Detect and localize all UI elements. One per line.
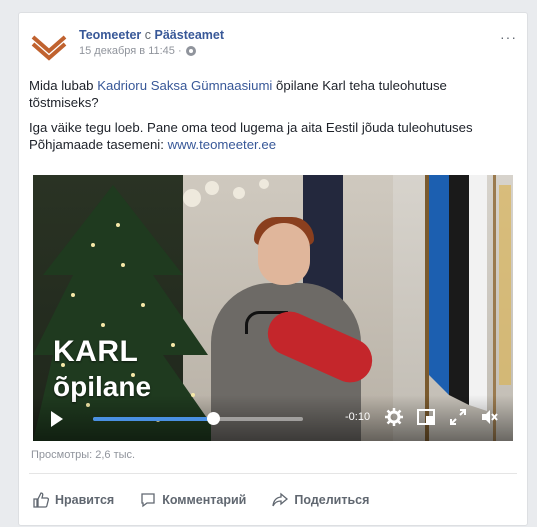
post-header: Teomeeter с Päästeamet 15 декабря в 11:4… [29,25,517,65]
page-logo[interactable] [29,25,69,65]
comment-button[interactable]: Комментарий [140,492,246,508]
video-progress-knob[interactable] [206,412,220,425]
divider [29,473,517,474]
post-text-segment: Mida lubab [29,78,98,93]
time-remaining: -0:10 [345,411,371,423]
ornament-light [233,187,245,199]
like-label: Нравится [55,493,115,507]
thumbs-up-icon [33,492,49,508]
share-button[interactable]: Поделиться [272,492,369,508]
share-label: Поделиться [294,493,370,507]
settings-icon[interactable] [385,408,403,426]
page-name-link[interactable]: Teomeeter [79,28,141,42]
like-button[interactable]: Нравится [33,492,114,508]
video-player[interactable]: KARL õpilane -0:10 [33,175,513,441]
video-progress-bar[interactable] [93,412,303,425]
post-actions: Нравится Комментарий Поделиться [29,483,517,517]
post-card: Teomeeter с Päästeamet 15 декабря в 11:4… [18,12,528,526]
partner-name-link[interactable]: Päästeamet [155,28,225,42]
mute-icon[interactable] [481,408,499,426]
ornament-light [259,179,269,189]
picture-in-picture-icon[interactable] [417,408,435,426]
view-count: Просмотры: 2,6 тыс. [31,449,136,461]
fullscreen-icon[interactable] [449,408,467,426]
more-options-button[interactable]: ··· [500,29,517,45]
video-progress-fill [93,417,213,421]
comment-icon [141,493,155,508]
globe-icon [185,46,196,56]
post-author-line: Teomeeter с Päästeamet [79,27,224,43]
post-meta: 15 декабря в 11:45 · [79,45,196,57]
post-timestamp[interactable]: 15 декабря в 11:45 · [79,45,182,57]
website-link[interactable]: www.teomeeter.ee [168,137,277,152]
post-body: Mida lubab Kadrioru Saksa Gümnaasiumi õp… [29,77,517,161]
school-link[interactable]: Kadrioru Saksa Gümnaasiumi [97,78,272,93]
post-paragraph-2: Iga väike tegu loeb. Pane oma teod lugem… [29,119,517,153]
video-overlay-title: KARL [53,335,139,368]
with-conjunction: с [144,28,152,42]
comment-label: Комментарий [162,493,247,507]
play-icon[interactable] [51,411,63,427]
video-controls: -0:10 [33,395,513,441]
person-head [258,223,310,285]
post-paragraph-1: Mida lubab Kadrioru Saksa Gümnaasiumi õp… [29,77,517,111]
share-icon [272,492,289,507]
